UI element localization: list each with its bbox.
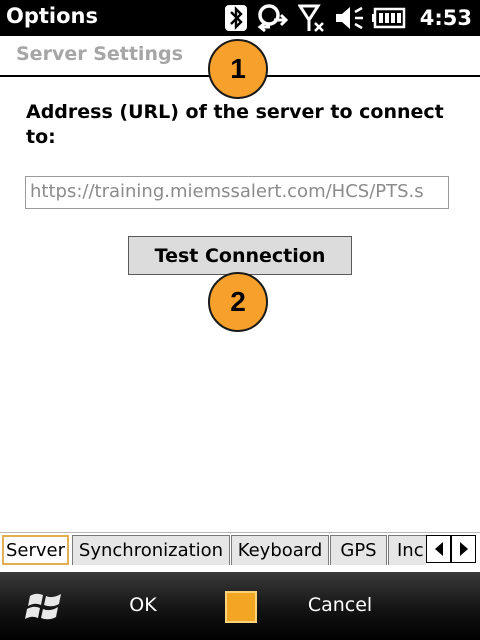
tab-gps[interactable]: GPS — [330, 535, 387, 565]
app-title: Options — [6, 4, 98, 28]
tab-inc[interactable]: Inc — [388, 535, 428, 565]
section-header: Server Settings — [16, 43, 183, 65]
keyboard-icon[interactable] — [225, 591, 257, 623]
sync-icon[interactable] — [256, 3, 290, 33]
tab-server[interactable]: Server — [2, 535, 69, 565]
signal-icon[interactable] — [297, 3, 326, 33]
ok-softkey[interactable]: OK — [98, 594, 188, 616]
tab-scroll-left-button[interactable] — [426, 535, 451, 563]
battery-icon[interactable] — [371, 3, 406, 33]
speaker-icon[interactable] — [334, 3, 364, 33]
arrow-right-icon — [459, 542, 468, 556]
tab-keyboard[interactable]: Keyboard — [231, 535, 329, 565]
windows-start-icon[interactable] — [24, 585, 66, 627]
tab-synchronization[interactable]: Synchronization — [72, 535, 230, 565]
softkey-bar: OK Cancel — [0, 572, 480, 640]
bluetooth-icon[interactable] — [224, 3, 248, 33]
callout-marker-1: 1 — [208, 39, 268, 99]
address-label: Address (URL) of the server to connect t… — [26, 101, 444, 148]
status-icons: 4:53 — [224, 3, 472, 33]
clock: 4:53 — [419, 6, 472, 30]
server-url-input[interactable]: https://training.miemssalert.com/HCS/PTS… — [25, 176, 449, 209]
callout-marker-2: 2 — [208, 272, 268, 332]
status-bar: Options 4:53 — [0, 0, 480, 36]
cancel-softkey[interactable]: Cancel — [290, 594, 390, 616]
test-connection-button[interactable]: Test Connection — [128, 236, 352, 275]
tab-bar: Server Synchronization Keyboard GPS Inc — [0, 532, 480, 567]
arrow-left-icon — [434, 542, 443, 556]
tab-scroll-right-button[interactable] — [451, 535, 476, 563]
tab-scroll-buttons — [426, 535, 476, 565]
